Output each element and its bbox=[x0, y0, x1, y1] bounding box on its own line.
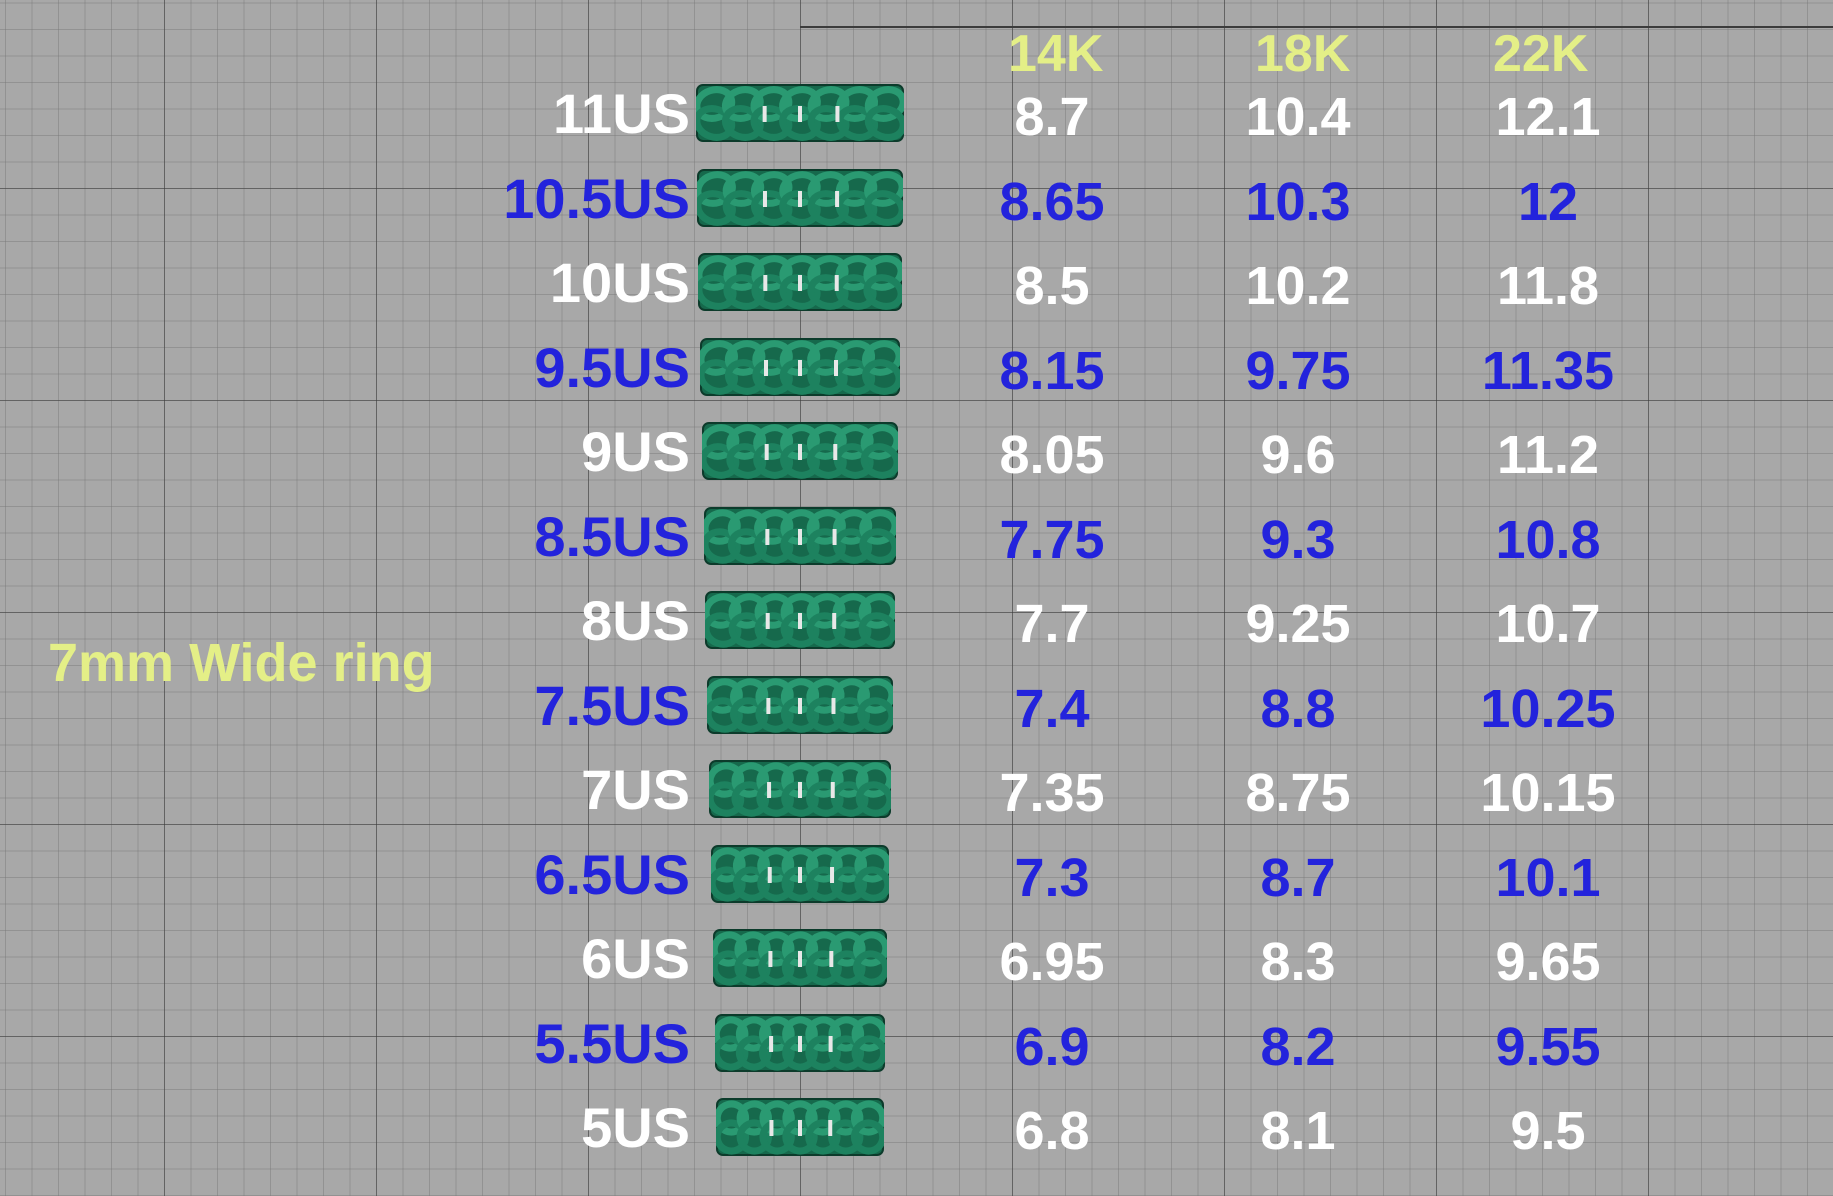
ring-width-title: 7mm Wide ring bbox=[48, 633, 435, 693]
weight-k18-value: 10.4 bbox=[1245, 87, 1351, 147]
weight-k18-value: 9.75 bbox=[1245, 340, 1351, 401]
weight-k14-value: 7.75 bbox=[999, 509, 1105, 570]
weight-k14-value: 8.15 bbox=[999, 340, 1105, 401]
weight-k14-value: 8.7 bbox=[1014, 87, 1090, 147]
row-size-label: 9.5US bbox=[534, 335, 690, 399]
weight-k14-value: 7.7 bbox=[1014, 594, 1090, 654]
weight-k22-value: 9.65 bbox=[1495, 932, 1601, 992]
weight-k18-value: 8.7 bbox=[1260, 847, 1336, 908]
weight-k14-value: 8.05 bbox=[999, 425, 1105, 485]
weight-k22-value: 9.55 bbox=[1495, 1016, 1601, 1077]
header-22k: 22K bbox=[1493, 25, 1589, 83]
weight-k22-value: 12 bbox=[1517, 171, 1579, 232]
row-size-label: 7US bbox=[581, 758, 690, 821]
row-size-label: 5.5US bbox=[534, 1011, 690, 1075]
weight-k14-value: 6.9 bbox=[1014, 1016, 1090, 1077]
weight-k22-value: 10.15 bbox=[1480, 763, 1616, 823]
weight-k18-value: 8.75 bbox=[1245, 763, 1351, 823]
weight-k14-value: 8.65 bbox=[999, 171, 1105, 232]
row-size-label: 5US bbox=[581, 1096, 690, 1159]
cuban-link-ring-icon bbox=[700, 337, 900, 396]
weight-k22-value: 11.35 bbox=[1481, 340, 1615, 401]
weight-k22-value: 12.1 bbox=[1495, 87, 1601, 147]
weight-k22-value: 11.8 bbox=[1496, 256, 1600, 316]
row-size-label: 10US bbox=[549, 251, 690, 314]
weight-k14-value: 7.35 bbox=[999, 763, 1105, 823]
cuban-link-ring-icon bbox=[697, 168, 903, 227]
row-size-label: 7.5US bbox=[534, 673, 690, 737]
weight-k18-value: 9.6 bbox=[1260, 425, 1336, 485]
weight-k14-value: 6.95 bbox=[999, 932, 1105, 992]
weight-k18-value: 8.3 bbox=[1260, 932, 1336, 992]
weight-k18-value: 9.25 bbox=[1245, 594, 1351, 654]
row-size-label: 6.5US bbox=[534, 842, 690, 906]
cuban-link-ring-icon bbox=[709, 760, 891, 818]
weight-k14-value: 7.3 bbox=[1014, 847, 1090, 908]
weight-k18-value: 8.1 bbox=[1260, 1101, 1336, 1161]
cuban-link-ring-icon bbox=[707, 675, 893, 734]
weight-k22-value: 10.1 bbox=[1495, 847, 1601, 908]
cuban-link-ring-icon bbox=[713, 929, 887, 987]
header-14k: 14K bbox=[1008, 25, 1104, 83]
row-size-label: 10.5US bbox=[503, 166, 690, 230]
weight-k14-value: 8.5 bbox=[1014, 256, 1090, 316]
weight-k14-value: 6.8 bbox=[1014, 1101, 1090, 1161]
row-size-label: 8US bbox=[581, 589, 690, 652]
row-size-label: 9US bbox=[581, 420, 690, 483]
cuban-link-ring-icon bbox=[711, 844, 889, 903]
weight-k18-value: 10.2 bbox=[1245, 256, 1351, 316]
weight-k18-value: 10.3 bbox=[1245, 171, 1351, 232]
header-18k: 18K bbox=[1255, 25, 1351, 83]
weight-k18-value: 9.3 bbox=[1260, 509, 1336, 570]
row-size-label: 11US bbox=[553, 82, 690, 145]
weight-k22-value: 10.25 bbox=[1480, 678, 1616, 739]
cuban-link-ring-icon bbox=[698, 253, 902, 311]
weight-k18-value: 8.8 bbox=[1260, 678, 1336, 739]
3d-viewport-canvas[interactable]: 14K 18K 22K 7mm Wide ring 11US 8.7 10.4 12.… bbox=[0, 0, 1833, 1196]
row-size-label: 6US bbox=[581, 927, 690, 990]
weight-k22-value: 10.7 bbox=[1495, 594, 1601, 654]
weight-k14-value: 7.4 bbox=[1014, 678, 1090, 739]
weight-k22-value: 9.5 bbox=[1510, 1101, 1586, 1161]
weight-k22-value: 11.2 bbox=[1496, 425, 1600, 485]
cuban-link-ring-icon bbox=[702, 422, 898, 480]
weight-k18-value: 8.2 bbox=[1260, 1016, 1336, 1077]
cuban-link-ring-icon bbox=[716, 1098, 884, 1156]
cuban-link-ring-icon bbox=[705, 591, 895, 649]
row-size-label: 8.5US bbox=[534, 504, 690, 568]
cuban-link-ring-icon bbox=[715, 1013, 885, 1072]
cuban-link-ring-icon bbox=[704, 506, 896, 565]
cuban-link-ring-icon bbox=[696, 84, 904, 142]
weight-k22-value: 10.8 bbox=[1495, 509, 1601, 570]
